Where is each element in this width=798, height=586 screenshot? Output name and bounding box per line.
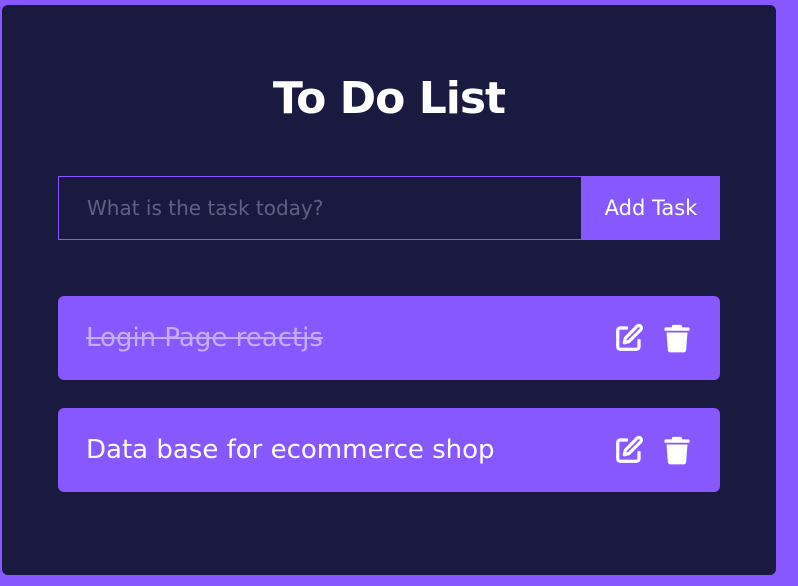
add-task-button[interactable]: Add Task xyxy=(582,176,720,240)
task-input[interactable] xyxy=(58,176,582,240)
trash-icon[interactable] xyxy=(662,323,692,353)
todo-item: Login Page reactjs xyxy=(58,296,720,380)
todo-actions xyxy=(614,323,692,353)
trash-icon[interactable] xyxy=(662,435,692,465)
page-title: To Do List xyxy=(272,73,506,124)
edit-icon[interactable] xyxy=(614,323,644,353)
todo-actions xyxy=(614,435,692,465)
todo-item: Data base for ecommerce shop xyxy=(58,408,720,492)
task-form: Add Task xyxy=(58,176,720,240)
todo-text[interactable]: Data base for ecommerce shop xyxy=(86,435,614,465)
todo-text[interactable]: Login Page reactjs xyxy=(86,323,614,353)
edit-icon[interactable] xyxy=(614,435,644,465)
todo-card: To Do List Add Task Login Page reactjs D… xyxy=(2,5,776,575)
